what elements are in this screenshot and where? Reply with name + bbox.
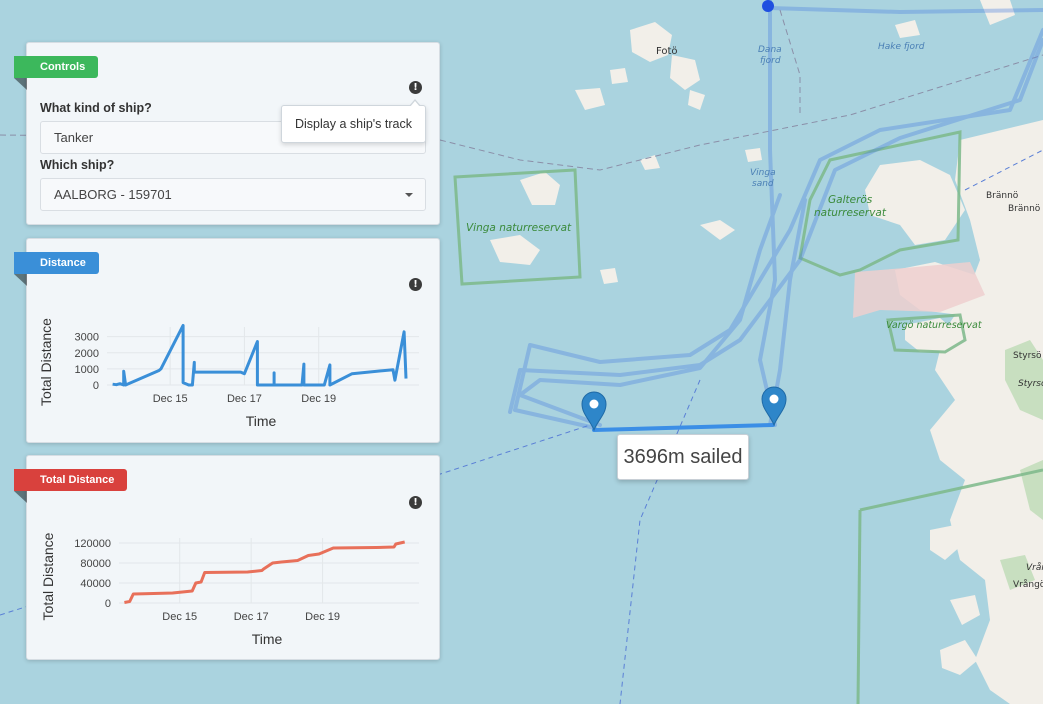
x-tick-label: Dec 15 bbox=[162, 611, 197, 623]
ship-label: Which ship? bbox=[40, 158, 115, 172]
x-tick-label: Dec 19 bbox=[305, 611, 340, 623]
y-tick-label: 0 bbox=[93, 380, 99, 392]
info-tooltip: Display a ship's track bbox=[281, 99, 426, 143]
y-tick-label: 80000 bbox=[80, 558, 111, 570]
label-vrango: Vrångö bbox=[1013, 579, 1043, 590]
label-foto: Fotö bbox=[656, 46, 678, 57]
y-tick-label: 40000 bbox=[80, 578, 111, 590]
route-distance-label: 3696m sailed bbox=[617, 434, 749, 480]
x-tick-label: Dec 17 bbox=[234, 611, 269, 623]
x-tick-label: Dec 19 bbox=[301, 393, 336, 405]
label-vinga-reserve: Vinga naturreservat bbox=[466, 222, 572, 234]
label-vran: Vrån bbox=[1026, 562, 1043, 573]
ship-select[interactable]: AALBORG - 159701 bbox=[40, 178, 426, 211]
x-axis-title: Time bbox=[252, 631, 283, 647]
label-branno-2: Brännö bbox=[1008, 204, 1041, 214]
y-tick-label: 1000 bbox=[75, 364, 99, 376]
label-hake-fjord: Hake fjord bbox=[878, 42, 925, 52]
y-tick-label: 2000 bbox=[75, 348, 99, 360]
label-styrso: Styrsö bbox=[1013, 351, 1042, 361]
label-vinga-sand: Vinga sand bbox=[750, 168, 776, 189]
info-icon[interactable]: ! bbox=[409, 81, 422, 94]
ship-select-value: AALBORG - 159701 bbox=[54, 187, 172, 202]
x-axis-title: Time bbox=[246, 413, 277, 429]
y-tick-label: 0 bbox=[105, 598, 111, 610]
x-tick-label: Dec 17 bbox=[227, 393, 262, 405]
label-styrso-2: Styrsö bbox=[1018, 379, 1043, 389]
y-tick-label: 3000 bbox=[75, 332, 99, 344]
chevron-down-icon bbox=[405, 193, 413, 197]
label-dana-fjord: Dana fjord bbox=[758, 45, 782, 66]
label-varga-reserve: Vargö naturreservat bbox=[886, 320, 983, 331]
series-line bbox=[112, 323, 408, 387]
x-tick-label: Dec 15 bbox=[153, 393, 188, 405]
y-axis-title: Total Distance bbox=[40, 532, 56, 620]
label-branno: Brännö bbox=[986, 191, 1019, 201]
total-distance-panel: Total Distance ! 0 40000 80000 120000 Dec 15… bbox=[14, 455, 440, 660]
ship-type-label: What kind of ship? bbox=[40, 101, 152, 115]
y-tick-label: 120000 bbox=[74, 538, 111, 550]
controls-ribbon: Controls bbox=[14, 56, 99, 90]
y-axis-title: Total Distance bbox=[38, 318, 54, 406]
distance-chart: 0 1000 2000 3000 Dec 15 Dec 17 Dec 19 Time Total… bbox=[38, 318, 419, 429]
ship-marker-top[interactable] bbox=[762, 0, 774, 12]
series-line bbox=[124, 540, 406, 604]
total-distance-chart: 0 40000 80000 120000 Dec 15 Dec 17 Dec 19 Time T… bbox=[40, 532, 419, 647]
distance-panel: Distance ! 0 1000 2000 3000 Dec 15 Dec 17 Dec … bbox=[14, 238, 440, 443]
